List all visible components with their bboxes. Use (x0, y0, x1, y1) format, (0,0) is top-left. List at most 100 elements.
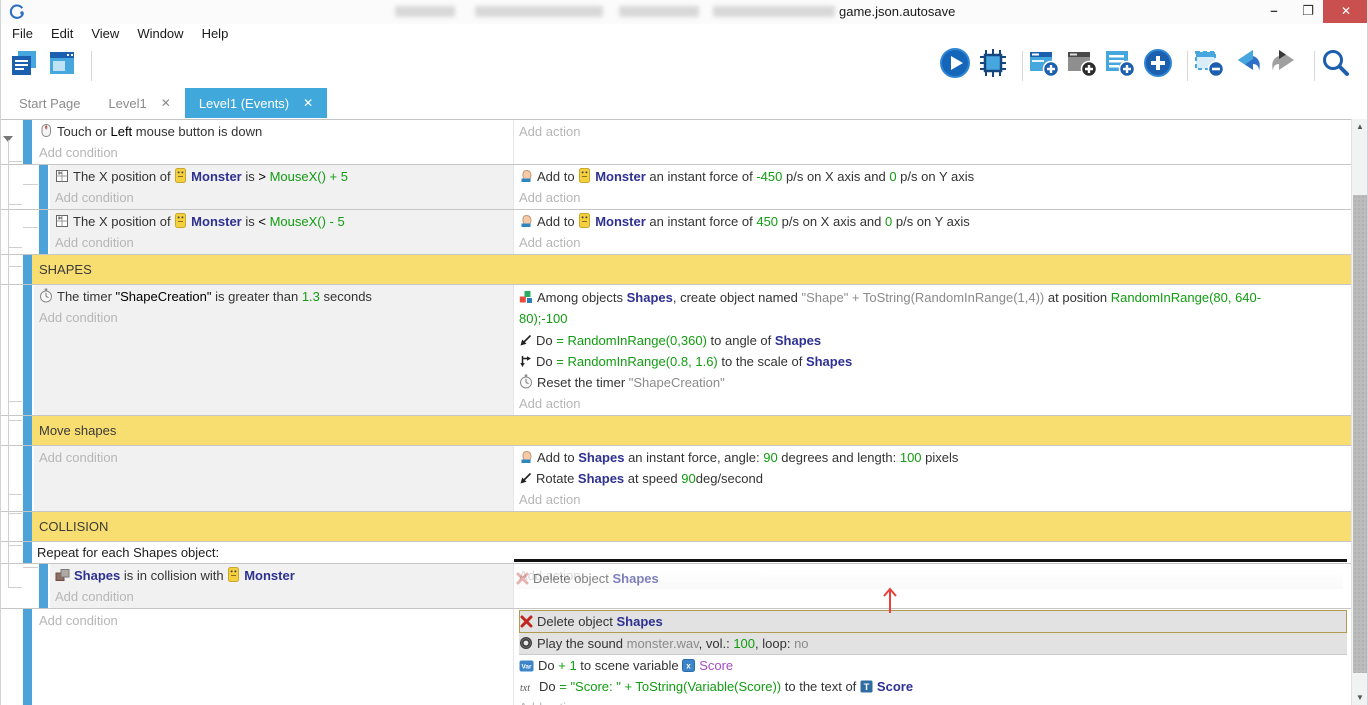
delete-event-button[interactable] (1194, 49, 1228, 83)
condition-row[interactable]: The X position of Monster is < MouseX() … (55, 211, 513, 232)
add-condition-placeholder[interactable]: Add condition (39, 447, 513, 468)
action-row[interactable]: Rotate Shapes at speed 90deg/second (519, 468, 1353, 489)
condition-row[interactable]: The timer "ShapeCreation" is greater tha… (39, 286, 513, 307)
text-run: , loop: (755, 636, 794, 651)
text-run: 1.3 (302, 289, 320, 304)
group-banner[interactable]: SHAPES (32, 255, 1353, 284)
text-run: Among objects (537, 290, 627, 305)
minimize-button[interactable]: – (1259, 0, 1289, 23)
event-selector-bar[interactable] (23, 416, 32, 445)
group-banner[interactable]: COLLISION (32, 512, 1353, 541)
add-condition-placeholder[interactable]: Add condition (55, 187, 513, 208)
text-run: > (258, 169, 269, 184)
text-run: 100 (733, 636, 755, 651)
debugger-button[interactable] (978, 49, 1012, 83)
condition-row[interactable]: Touch or Left mouse button is down (39, 121, 513, 142)
add-action-placeholder[interactable]: Add action (519, 232, 1353, 253)
close-button[interactable]: ✕ (1323, 0, 1368, 23)
comment-move-shapes: Move shapes (1, 416, 1353, 446)
menu-edit[interactable]: Edit (42, 24, 82, 43)
redo-button[interactable] (1270, 49, 1304, 83)
events-sheet: Touch or Left mouse button is downAdd co… (1, 119, 1353, 705)
play-button[interactable] (940, 49, 974, 83)
scene-editor-button[interactable] (47, 49, 81, 83)
add-condition-placeholder[interactable]: Add condition (55, 586, 513, 607)
search-button[interactable] (1321, 49, 1355, 83)
event-selector-bar[interactable] (39, 210, 48, 254)
svg-text:Var: Var (521, 664, 532, 671)
text-run: is (242, 214, 259, 229)
action-row[interactable]: Reset the timer "ShapeCreation" (519, 372, 1353, 393)
text-run: Monster (191, 169, 242, 184)
text-run: p/s on Y axis (897, 169, 975, 184)
event-rail (1, 446, 34, 511)
restore-button[interactable]: ❐ (1293, 0, 1323, 23)
text-run: Shapes (617, 614, 663, 629)
scroll-up-arrow[interactable]: ▲ (1352, 119, 1368, 134)
tab-close-icon[interactable]: ✕ (303, 96, 313, 110)
add-condition-placeholder[interactable]: Add condition (39, 307, 513, 328)
placeholder-label: Add condition (39, 310, 118, 325)
text-run: Delete object (533, 571, 613, 586)
menu-view[interactable]: View (82, 24, 128, 43)
add-event-button[interactable] (1029, 49, 1063, 83)
event-selector-bar[interactable] (23, 542, 32, 563)
event-selector-bar[interactable] (23, 285, 32, 415)
events-list-button[interactable] (9, 49, 43, 83)
action-row[interactable]: Do = RandomInRange(0,360) to angle of Sh… (519, 330, 1353, 351)
tab-close-icon[interactable]: ✕ (161, 96, 171, 110)
scroll-down-arrow[interactable]: ▼ (1352, 690, 1368, 705)
undo-button[interactable] (1232, 49, 1266, 83)
condition-row[interactable]: Shapes is in collision with Monster (55, 565, 513, 586)
action-row[interactable]: Play the sound monster.wav, vol.: 100, l… (519, 633, 1347, 655)
tab-start-page[interactable]: Start Page (5, 88, 94, 118)
add-condition-placeholder[interactable]: Add condition (55, 232, 513, 253)
placeholder-label: Add condition (55, 235, 134, 250)
tree-stub (8, 420, 22, 421)
drag-ghost-action: Delete object Shapes (516, 569, 1343, 589)
event-selector-bar[interactable] (23, 512, 32, 541)
text-run: 450 (756, 214, 778, 229)
action-row[interactable]: txtDo = "Score: " + ToString(Variable(Sc… (519, 676, 1353, 697)
text-run: Add to (537, 169, 578, 184)
tab-level1[interactable]: Level1✕ (94, 88, 184, 118)
action-row[interactable]: Delete object Shapes (519, 610, 1347, 633)
menu-help[interactable]: Help (193, 24, 238, 43)
action-row[interactable]: Add to Shapes an instant force, angle: 9… (519, 447, 1353, 468)
add-condition-placeholder[interactable]: Add condition (39, 610, 513, 631)
add-subevent-button[interactable] (1067, 49, 1101, 83)
text-run: Monster (244, 568, 295, 583)
event-selector-bar[interactable] (39, 564, 48, 608)
scale-icon (519, 353, 532, 374)
add-action-placeholder[interactable]: Add action (519, 697, 1353, 705)
add-action-placeholder[interactable]: Add action (519, 393, 1353, 414)
add-action-placeholder[interactable]: Add action (519, 121, 1353, 142)
menu-window[interactable]: Window (128, 24, 192, 43)
monster-icon (174, 213, 187, 234)
add-action-placeholder[interactable]: Add action (519, 187, 1353, 208)
event-move-shapes: Add condition Add to Shapes an instant fo… (1, 446, 1353, 512)
action-row[interactable]: Add to Monster an instant force of -450 … (519, 166, 1353, 187)
event-selector-bar[interactable] (23, 609, 32, 705)
event-selector-bar[interactable] (23, 120, 32, 164)
add-action-placeholder[interactable]: Add action (519, 489, 1353, 510)
scrollbar-thumb[interactable] (1353, 195, 1367, 673)
text-run: + 1 (558, 658, 576, 673)
event-selector-bar[interactable] (23, 255, 32, 284)
add-other-event-button[interactable] (1143, 49, 1177, 83)
tree-stub (8, 587, 22, 588)
event-selector-bar[interactable] (39, 165, 48, 209)
tab-level1-events-[interactable]: Level1 (Events)✕ (185, 88, 327, 118)
event-selector-bar[interactable] (23, 446, 32, 511)
add-condition-placeholder[interactable]: Add condition (39, 142, 513, 163)
text-run: mouse button is down (132, 124, 262, 139)
action-row[interactable]: VarDo + 1 to scene variable xScore (519, 655, 1353, 676)
group-banner[interactable]: Move shapes (32, 416, 1353, 445)
add-comment-button[interactable] (1105, 49, 1139, 83)
action-row[interactable]: Among objects Shapes, create object name… (519, 286, 1353, 330)
menu-file[interactable]: File (3, 24, 42, 43)
action-row[interactable]: Do = RandomInRange(0.8, 1.6) to the scal… (519, 351, 1353, 372)
condition-row[interactable]: The X position of Monster is > MouseX() … (55, 166, 513, 187)
tab-bar: Start PageLevel1✕Level1 (Events)✕ (1, 88, 1367, 118)
action-row[interactable]: Add to Monster an instant force of 450 p… (519, 211, 1353, 232)
